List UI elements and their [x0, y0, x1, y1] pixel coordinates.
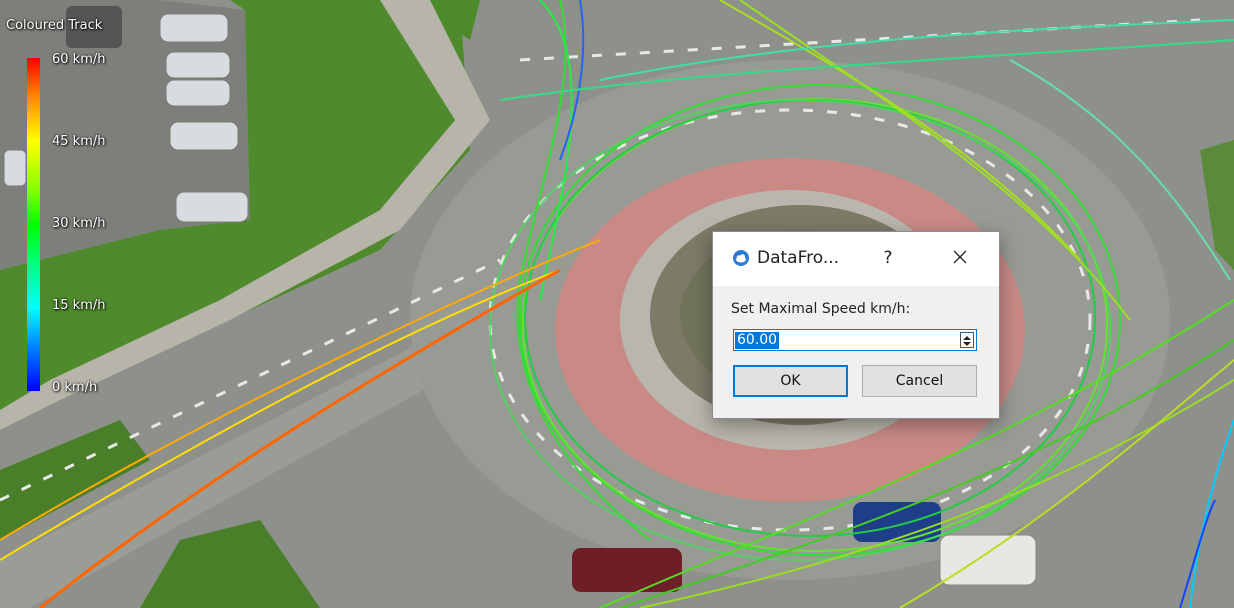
app-cloud-icon: [733, 250, 749, 266]
aerial-roundabout-view: [0, 0, 1234, 608]
max-speed-label: Set Maximal Speed km/h:: [731, 301, 911, 317]
legend-label-60: 60 km/h: [52, 52, 106, 67]
vehicle-white-suv: [939, 534, 1037, 586]
vehicle-red-truck: [572, 548, 682, 592]
max-speed-dialog: DataFro... ? Set Maximal Speed km/h: 60.…: [712, 231, 1000, 419]
spin-buttons[interactable]: [960, 332, 974, 348]
legend-label-30: 30 km/h: [52, 216, 106, 231]
legend-label-15: 15 km/h: [52, 298, 106, 313]
close-button[interactable]: [943, 244, 977, 272]
spin-up-icon[interactable]: [963, 336, 971, 340]
legend-title: Coloured Track: [6, 18, 103, 33]
max-speed-spinbox[interactable]: 60.00: [733, 329, 977, 351]
dialog-title: DataFro...: [757, 248, 840, 268]
dialog-titlebar[interactable]: DataFro... ?: [713, 232, 999, 286]
legend-label-0: 0 km/h: [52, 380, 98, 395]
legend-label-45: 45 km/h: [52, 134, 106, 149]
help-button[interactable]: ?: [873, 244, 903, 272]
ok-button[interactable]: OK: [733, 365, 848, 397]
close-icon: [953, 250, 967, 264]
speed-color-scale: [27, 58, 40, 391]
spin-down-icon[interactable]: [963, 342, 971, 346]
max-speed-value[interactable]: 60.00: [735, 332, 780, 349]
cancel-button[interactable]: Cancel: [862, 365, 977, 397]
